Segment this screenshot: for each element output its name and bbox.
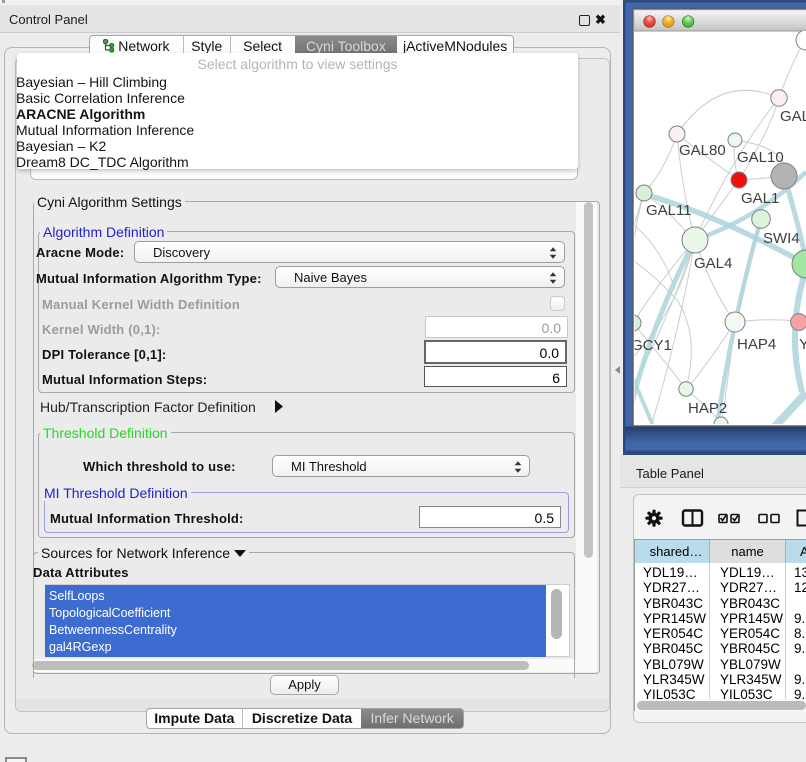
svg-text:GAL80: GAL80 <box>679 142 726 159</box>
svg-text:GAL4: GAL4 <box>694 255 732 272</box>
svg-text:GCY1: GCY1 <box>631 337 672 354</box>
svg-text:Y: Y <box>799 336 806 353</box>
svg-text:GAL11: GAL11 <box>646 202 692 219</box>
svg-text:HAP2: HAP2 <box>688 400 727 417</box>
svg-text:GAL: GAL <box>780 108 806 125</box>
svg-text:SWI4: SWI4 <box>763 230 800 247</box>
svg-text:GAL10: GAL10 <box>737 149 784 166</box>
svg-text:GAL1: GAL1 <box>741 190 779 207</box>
svg-text:HAP4: HAP4 <box>737 336 776 353</box>
